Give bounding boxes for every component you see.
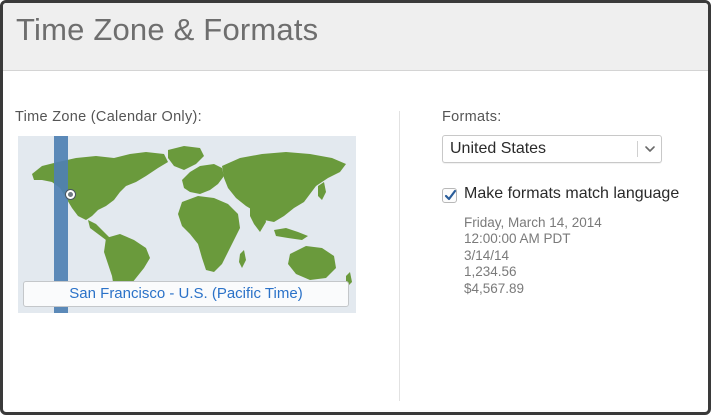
location-marker-icon[interactable]	[66, 190, 75, 199]
continent-africa	[178, 196, 240, 272]
continent-greenland	[168, 146, 204, 170]
sample-date: Friday, March 14, 2014	[464, 215, 602, 230]
chevron-down-icon	[645, 146, 655, 152]
continent-australia	[288, 246, 336, 280]
column-divider	[399, 111, 400, 401]
sample-currency: $4,567.89	[464, 280, 525, 296]
sample-time: 12:00:00 AM PDT	[464, 231, 571, 247]
continent-indonesia	[274, 228, 308, 240]
match-language-checkbox[interactable]	[442, 188, 457, 203]
region-format-select[interactable]: United States	[442, 135, 662, 163]
formats-label: Formats:	[442, 109, 502, 125]
checkmark-icon	[444, 189, 457, 201]
page-title: Time Zone & Formats	[16, 12, 319, 47]
select-divider	[637, 141, 638, 157]
continent-asia	[222, 152, 346, 222]
continent-india	[250, 208, 266, 232]
time-zone-label: Time Zone (Calendar Only):	[15, 109, 202, 125]
continent-europe	[182, 164, 224, 194]
continent-north-america	[32, 152, 168, 220]
region-select-value: United States	[450, 140, 547, 157]
format-samples: Friday, March 14, 2014 12:00:00 AM PDT 3…	[464, 215, 602, 297]
header-bar: Time Zone & Formats	[3, 3, 708, 71]
continent-central-america	[88, 220, 110, 240]
match-language-label[interactable]: Make formats match language	[464, 185, 679, 203]
sample-number: 1,234.56	[464, 264, 517, 280]
sample-short-date: 3/14/14	[464, 247, 510, 263]
continent-madagascar	[239, 250, 246, 268]
continent-japan	[318, 182, 326, 200]
time-zone-formats-panel: Time Zone & Formats Time Zone (Calendar …	[0, 0, 711, 415]
closest-city-field[interactable]: San Francisco - U.S. (Pacific Time)	[23, 281, 349, 307]
